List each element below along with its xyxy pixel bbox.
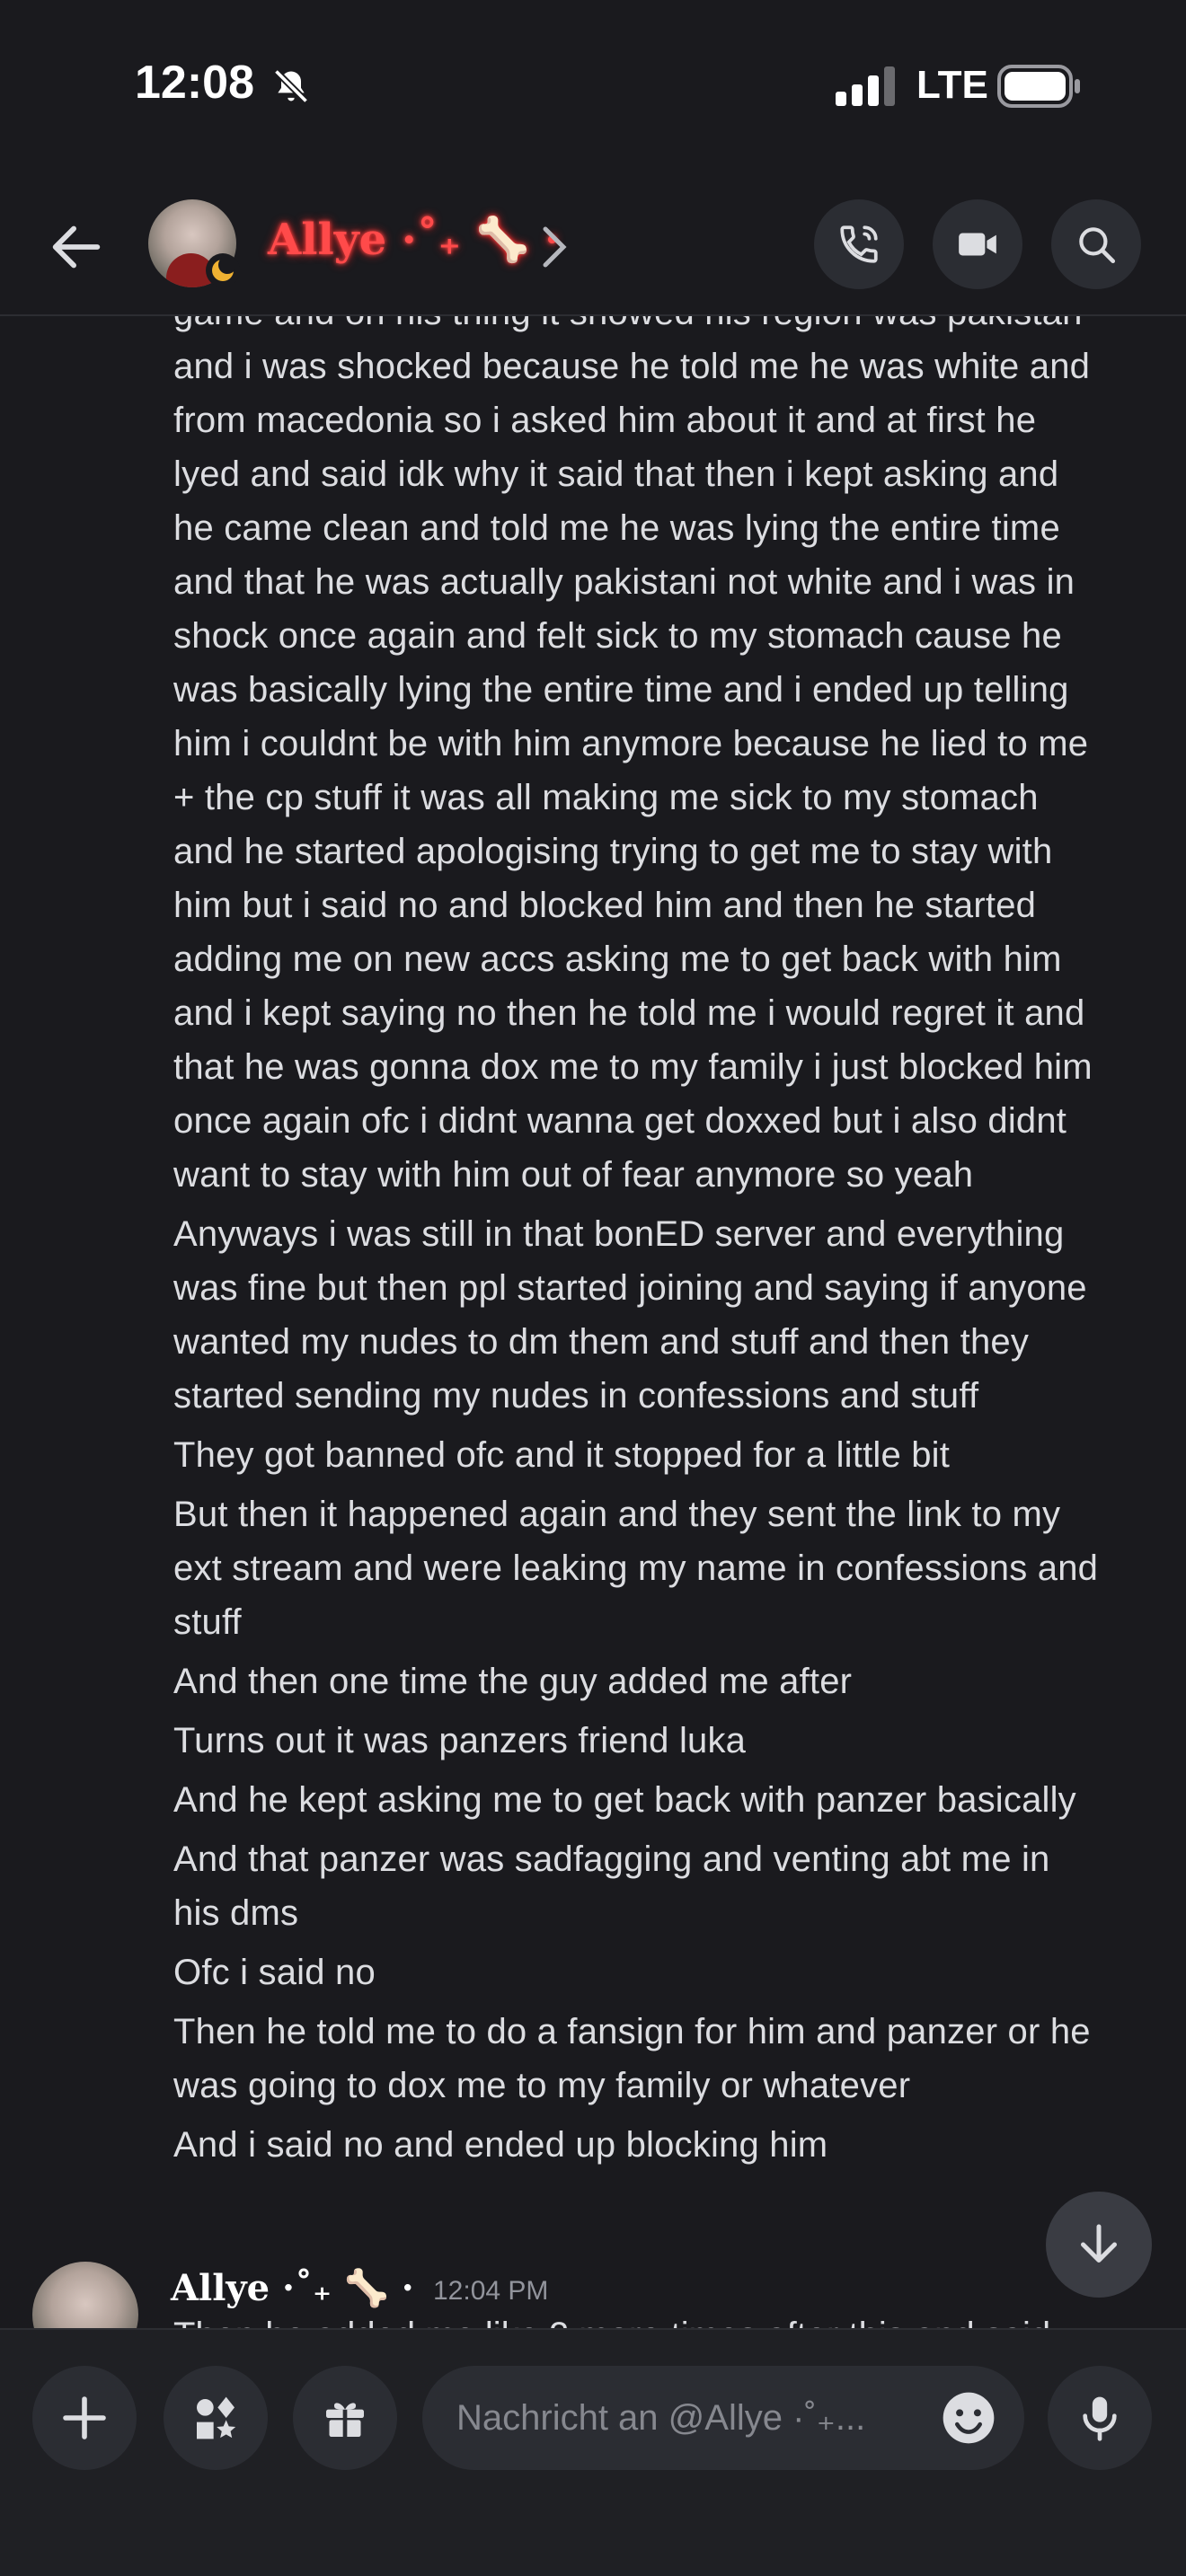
message-line: Anyways i was still in that bonED server… [173,1214,1065,1254]
message-line: And i said no and ended up blocking him [173,2125,828,2165]
video-camera-icon [959,233,996,256]
network-label: LTE [916,63,988,107]
message-line: he came clean and told me he was lying t… [173,508,1060,548]
message-line: and that he was actually pakistani not w… [173,562,1075,602]
status-time: 12:08 [135,57,254,109]
message-line: and i kept saying no then he told me i w… [173,993,1085,1033]
signal-icon [836,66,895,106]
arrow-left-icon[interactable] [45,216,108,278]
gift-icon [326,2403,364,2437]
message-line: And he kept asking me to get back with p… [173,1780,1076,1820]
apps-button[interactable] [164,2366,268,2470]
message-line: They got banned ofc and it stopped for a… [173,1435,951,1475]
microphone-icon [1083,2396,1117,2441]
idle-status-icon [206,253,240,287]
plus-icon [63,2396,106,2439]
message-line: him but i said no and blocked him and th… [173,886,1037,925]
search-button[interactable] [1051,199,1141,289]
message-input-container[interactable] [422,2366,1024,2470]
message-line: started sending my nudes in confessions … [173,1376,979,1416]
message-line: from macedonia so i asked him about it a… [173,401,1037,440]
arrow-down-icon [1081,2224,1117,2263]
message-line: once again ofc i didnt wanna get doxxed … [173,1101,1067,1141]
message-line: wanted my nudes to dm them and stuff and… [173,1322,1030,1362]
message-line: was going to dox me to my family or what… [173,2066,911,2105]
gift-button[interactable] [293,2366,397,2470]
message-line: that he was gonna dox me to my family i … [173,1047,1093,1087]
video-call-button[interactable] [933,199,1022,289]
emoji-icon[interactable] [938,2387,999,2448]
message-line: adding me on new accs asking me to get b… [173,940,1062,979]
message-line: + the cp stuff it was all making me sick… [173,778,1039,817]
message-line: him i couldnt be with him anymore becaus… [173,724,1089,763]
message-line: Turns out it was panzers friend luka [173,1721,747,1760]
composer [0,2328,1186,2576]
contact-name[interactable]: Allye ·˚₊ 🦴 · [268,214,560,265]
avatar[interactable] [32,2262,138,2331]
message-line: And that panzer was sadfagging and venti… [173,1839,1050,1879]
message-line: want to stay with him out of fear anymor… [173,1155,974,1195]
message-group: game and on his thing it showed his regi… [173,316,1171,2172]
chat-header: Allye ·˚₊ 🦴 · [0,180,1186,314]
message-line: and i was shocked because he told me he … [173,347,1091,386]
battery-icon [997,65,1080,108]
message-line: But then it happened again and they sent… [173,1495,1061,1534]
message-line: shock once again and felt sick to my sto… [173,616,1062,656]
voice-message-button[interactable] [1048,2366,1152,2470]
message-line: was fine but then ppl started joining an… [173,1268,1087,1308]
message-timestamp: 12:04 PM [433,2276,549,2306]
message-author[interactable]: Allye ·˚₊ 🦴 · [171,2267,414,2309]
message-line: And then one time the guy added me after [173,1662,853,1701]
bell-off-icon [273,68,309,104]
apps-icon [197,2396,236,2439]
message-line: Then he told me to do a fansign for him … [173,2012,1091,2051]
message-list[interactable]: game and on his thing it showed his regi… [0,316,1186,2328]
message-line: lyed and said idk why it said that then … [173,454,1059,494]
message-line: game and on his thing it showed his regi… [173,316,1171,340]
add-attachment-button[interactable] [32,2366,137,2470]
status-bar: 12:08 LTE [0,0,1186,171]
message-line: stuff [173,1602,242,1642]
message-line: his dms [173,1893,299,1933]
scroll-to-bottom-button[interactable] [1046,2192,1152,2298]
message-line: Ofc i said no [173,1953,376,1992]
call-button[interactable] [814,199,904,289]
phone-icon [840,225,878,263]
search-icon [1079,227,1116,264]
message-line: was basically lying the entire time and … [173,670,1069,710]
message-header: Allye ·˚₊ 🦴 · 12:04 PM Then he added me … [0,2245,1186,2331]
message-input[interactable] [456,2395,924,2441]
chevron-right-icon[interactable] [539,225,570,269]
message-line: ext stream and were leaking my name in c… [173,1548,1099,1588]
message-line: and he started apologising trying to get… [173,832,1053,871]
